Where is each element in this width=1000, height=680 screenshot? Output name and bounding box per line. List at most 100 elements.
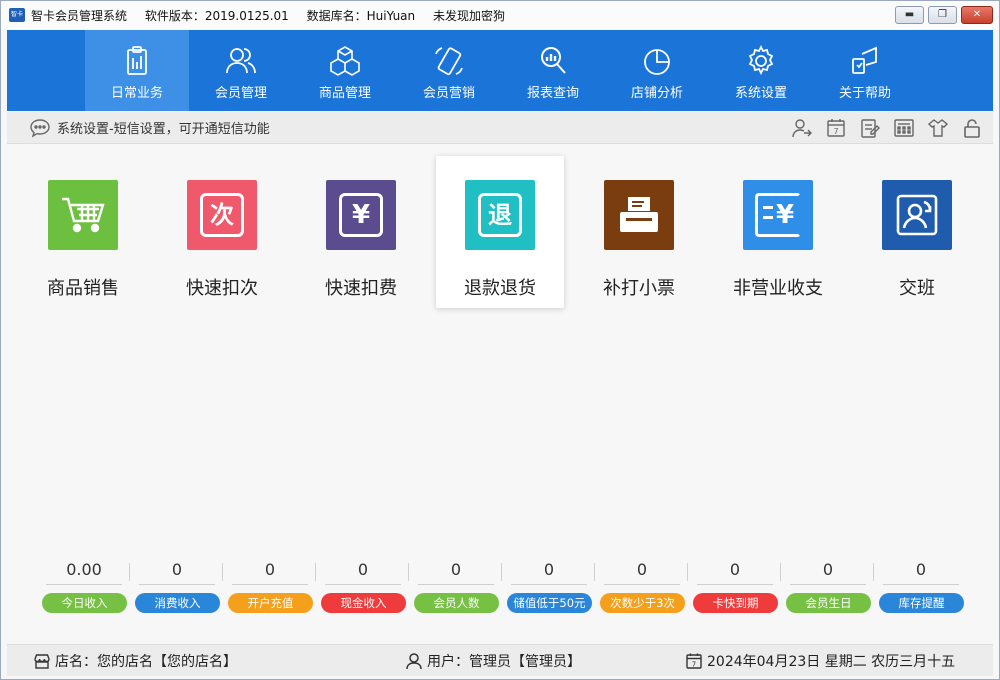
stat-badge[interactable]: 储值低于50元: [507, 593, 592, 613]
user-icon: [406, 653, 422, 670]
status-date: 7 2024年04月23日 星期二 农历三月十五: [685, 645, 955, 677]
minimize-icon: ▬: [904, 9, 915, 20]
stat-cash-income: 0 现金收入: [318, 557, 408, 617]
stat-divider: [222, 563, 223, 581]
tile-label: 商品销售: [47, 278, 119, 299]
calendar-day: 7: [833, 127, 838, 136]
lock-icon[interactable]: [961, 117, 983, 139]
tile-icon-box: 次: [187, 180, 257, 250]
tile-quick-deduct-fee[interactable]: ¥ 快速扣费: [297, 156, 425, 308]
calendar-icon[interactable]: 7: [825, 117, 847, 139]
close-icon: ✕: [972, 9, 982, 20]
expense-yen: ¥: [776, 200, 795, 230]
message-bubble-icon: [30, 118, 50, 137]
stat-value: 0: [790, 557, 866, 585]
close-button[interactable]: ✕: [961, 6, 993, 24]
nav-item-member-marketing[interactable]: 会员营销: [397, 30, 501, 111]
tile-icon-box: 退: [465, 180, 535, 250]
pie-chart-icon: [644, 49, 670, 75]
stat-badge[interactable]: 会员人数: [414, 593, 499, 613]
message-toolbar: 系统设置-短信设置，可开通短信功能 7: [7, 112, 993, 144]
tile-reprint-receipt[interactable]: 补打小票: [575, 156, 703, 308]
tile-label: 交班: [899, 278, 935, 299]
nav-item-report-query[interactable]: 报表查询: [501, 30, 605, 111]
status-calendar-day: 7: [692, 661, 696, 669]
title-bar: 智卡 智卡会员管理系统 软件版本：2019.0125.01 数据库名：HuiYu…: [1, 1, 999, 29]
nav-item-product-management[interactable]: 商品管理: [293, 30, 397, 111]
stat-badge[interactable]: 会员生日: [786, 593, 871, 613]
stat-stock-alert: 0 库存提醒: [876, 557, 966, 617]
stat-badge[interactable]: 卡快到期: [693, 593, 778, 613]
tile-quick-deduct-times[interactable]: 次 快速扣次: [158, 156, 286, 308]
clipboard-icon: [127, 46, 147, 75]
nav-label: 会员管理: [214, 86, 267, 101]
shift-change-icon: [896, 194, 938, 236]
stats-panel: 0.00 今日收入 0 消费收入 0 开户充值 0 现金收入 0 会员人数 0 …: [39, 557, 965, 617]
calendar-icon: 7: [686, 653, 702, 669]
stat-badge[interactable]: 次数少于3次: [600, 593, 685, 613]
nav-item-system-settings[interactable]: 系统设置: [709, 30, 813, 111]
status-store: 店名：您的店名【您的店名】: [33, 645, 237, 677]
tile-icon-box: ¥: [326, 180, 396, 250]
store-text: 店名：您的店名【您的店名】: [55, 654, 237, 670]
stat-divider: [873, 563, 874, 581]
tile-refund-return[interactable]: 退 退款退货: [436, 156, 564, 308]
tile-non-business-expense[interactable]: ¥ 非营业收支: [714, 156, 842, 308]
stat-value: 0.00: [46, 557, 122, 585]
stat-divider: [129, 563, 130, 581]
nav-item-member-management[interactable]: 会员管理: [189, 30, 293, 111]
main-nav: 日常业务 会员管理 商品管理 会员营销 报表查询 店铺分析 系统设置 关于帮助: [7, 30, 993, 111]
stat-badge[interactable]: 库存提醒: [879, 593, 964, 613]
database-text: 数据库名：HuiYuan: [306, 8, 416, 23]
stat-badge[interactable]: 开户充值: [228, 593, 313, 613]
app-logo-icon: 智卡: [9, 8, 25, 22]
stat-today-income: 0.00 今日收入: [39, 557, 129, 617]
calculator-icon[interactable]: [893, 117, 915, 139]
cubes-icon: [330, 46, 360, 76]
function-tiles: 商品销售 次 快速扣次 ¥ 快速扣费 退 退款退货 补打小票 ¥ 非营业收支 交…: [7, 156, 993, 311]
stat-member-birthday: 0 会员生日: [783, 557, 873, 617]
nav-item-daily-business[interactable]: 日常业务: [85, 30, 189, 111]
stat-divider: [594, 563, 595, 581]
minimize-button[interactable]: ▬: [895, 6, 924, 24]
gear-icon: [748, 44, 774, 76]
app-name: 智卡会员管理系统: [31, 8, 128, 23]
window-controls: ▬ ❐ ✕: [895, 6, 993, 24]
nav-item-about-help[interactable]: 关于帮助: [813, 30, 917, 111]
report-search-icon: [541, 47, 566, 74]
toolbar-message[interactable]: 系统设置-短信设置，可开通短信功能: [57, 118, 270, 137]
nav-label: 会员营销: [422, 86, 475, 101]
user-switch-icon[interactable]: [791, 117, 813, 139]
expense-icon: ¥: [755, 193, 801, 237]
stat-low-times: 0 次数少于3次: [597, 557, 687, 617]
tile-product-sales[interactable]: 商品销售: [19, 156, 147, 308]
notepad-icon[interactable]: [859, 117, 881, 139]
app-window: 智卡 智卡会员管理系统 软件版本：2019.0125.01 数据库名：HuiYu…: [0, 0, 1000, 680]
stat-open-recharge: 0 开户充值: [225, 557, 315, 617]
stat-value: 0: [511, 557, 587, 585]
tile-label: 退款退货: [464, 278, 536, 299]
stat-value: 0: [697, 557, 773, 585]
stat-value: 0: [883, 557, 959, 585]
status-bar: 店名：您的店名【您的店名】 用户：管理员【管理员】 7 2024年04月23日 …: [7, 644, 993, 676]
tile-shift-change[interactable]: 交班: [853, 156, 981, 308]
stat-badge[interactable]: 现金收入: [321, 593, 406, 613]
stat-divider: [501, 563, 502, 581]
stat-value: 0: [604, 557, 680, 585]
stat-consume-income: 0 消费收入: [132, 557, 222, 617]
date-text: 2024年04月23日 星期二 农历三月十五: [707, 654, 956, 670]
dongle-status: 未发现加密狗: [432, 8, 505, 23]
maximize-icon: ❐: [938, 9, 947, 20]
maximize-button[interactable]: ❐: [928, 6, 957, 24]
shirt-icon[interactable]: [927, 117, 949, 139]
users-icon: [226, 48, 256, 74]
tile-label: 快速扣费: [325, 278, 397, 299]
tile-icon-box: [48, 180, 118, 250]
stat-divider: [687, 563, 688, 581]
nav-item-store-analysis[interactable]: 店铺分析: [605, 30, 709, 111]
stat-badge[interactable]: 消费收入: [135, 593, 220, 613]
nav-label: 日常业务: [110, 86, 163, 101]
stat-value: 0: [418, 557, 494, 585]
stat-badge[interactable]: 今日收入: [42, 593, 127, 613]
